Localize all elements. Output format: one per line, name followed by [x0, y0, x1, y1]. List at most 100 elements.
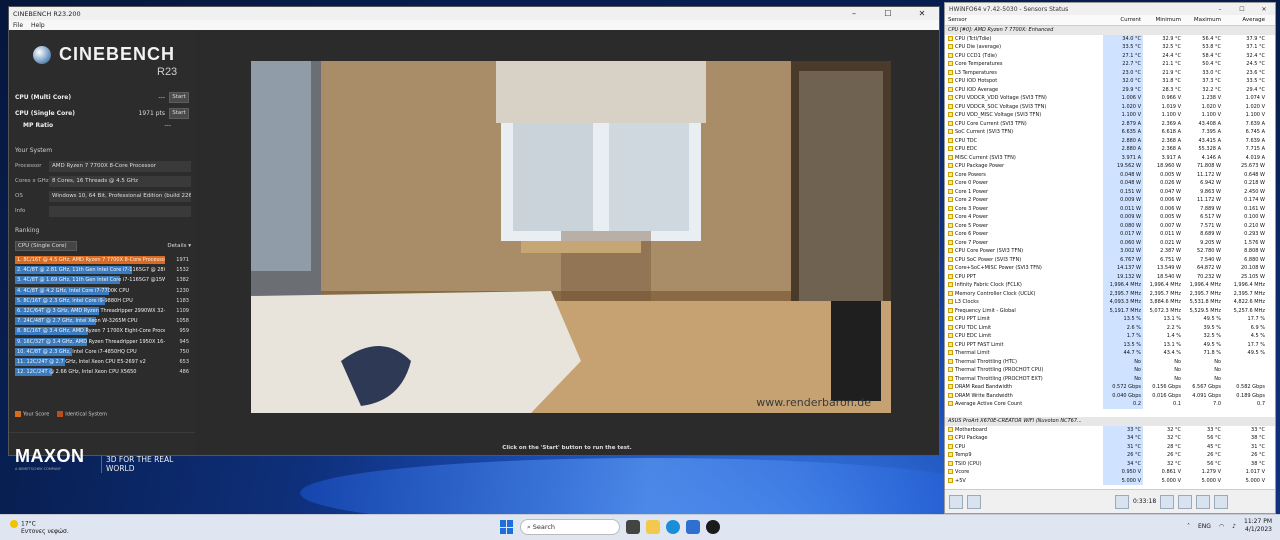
sensor-row[interactable]: L3 Clocks 4,093.3 MHz 3,884.6 MHz 5,531.8 M… [945, 298, 1275, 307]
column-minimum[interactable]: Minimum [1143, 17, 1183, 23]
ranking-item[interactable]: 9. 16C/32T @ 3.4 GHz, AMD Ryzen Threadri… [15, 337, 191, 347]
menu-help[interactable]: Help [31, 22, 45, 29]
sensor-row[interactable]: CPU PPT FAST Limit 13.5 % 13.1 % 49.5 % 17.7… [945, 340, 1275, 349]
sensor-row[interactable] [945, 409, 1275, 418]
sensor-row[interactable]: Core 7 Power 0.060 W 0.021 W 9.205 W 1.576 W [945, 238, 1275, 247]
column-maximum[interactable]: Maximum [1183, 17, 1223, 23]
ranking-select[interactable]: CPU (Single Core) [15, 241, 77, 251]
volume-icon[interactable]: ♪ [1232, 523, 1236, 530]
ranking-item[interactable]: 5. 8C/16T @ 2.3 GHz, Intel Core i9-9880H… [15, 296, 191, 306]
sensor-row[interactable]: Core 4 Power 0.009 W 0.005 W 6.517 W 0.100 W [945, 213, 1275, 222]
sensor-row[interactable]: CPU EDC 2.880 A 2.368 A 55.328 A 7.715 A [945, 145, 1275, 154]
sensor-row[interactable]: CPU CCD1 (Tdie) 27.1 °C 24.4 °C 58.4 °C 32.4… [945, 51, 1275, 60]
sensor-row[interactable]: Core 2 Power 0.009 W 0.006 W 11.172 W 0.174 … [945, 196, 1275, 205]
sensor-group[interactable]: CPU [#0]: AMD Ryzen 7 7700X: Enhanced [945, 26, 1275, 35]
sensor-row[interactable]: DRAM Read Bandwidth 0.572 Gbps 0.156 Gbps 6… [945, 383, 1275, 392]
sensor-row[interactable]: CPU 31 °C 28 °C 45 °C 31 °C [945, 442, 1275, 451]
sensor-row[interactable]: CPU Die (average) 33.5 °C 32.5 °C 53.8 °C 37… [945, 43, 1275, 52]
sensor-row[interactable]: Core+SoC+MISC Power (SVI3 TFN) 14.137 W 13… [945, 264, 1275, 273]
sensor-row[interactable]: Motherboard 33 °C 32 °C 33 °C 33 °C [945, 425, 1275, 434]
ranking-item[interactable]: 3. 4C/8T @ 1.69 GHz, 11th Gen Intel Core… [15, 275, 191, 285]
search-box[interactable]: ⌕ Search [520, 519, 620, 535]
nav-left-icon[interactable] [949, 494, 963, 509]
sensor-row[interactable]: Core 6 Power 0.017 W 0.011 W 8.689 W 0.293 W [945, 230, 1275, 239]
wifi-icon[interactable]: ◠ [1219, 523, 1224, 530]
sensor-row[interactable]: DRAM Write Bandwidth 0.040 Gbps 0.016 Gbps… [945, 391, 1275, 400]
sensor-row[interactable]: CPU TDC Limit 2.6 % 2.2 % 39.5 % 6.9 % [945, 323, 1275, 332]
sensor-row[interactable]: Temp9 26 °C 26 °C 26 °C 26 °C [945, 451, 1275, 460]
cinebench-titlebar[interactable]: CINEBENCH R23.200 – ☐ ✕ [9, 7, 939, 20]
file-explorer-icon[interactable] [646, 520, 660, 534]
sensor-row[interactable]: Core 0 Power 0.048 W 0.026 W 6.942 W 0.218 W [945, 179, 1275, 188]
start-button[interactable] [500, 520, 514, 534]
edge-icon[interactable] [666, 520, 680, 534]
clock-icon[interactable] [1160, 494, 1175, 509]
sensor-row[interactable]: CPU IOD Hotspot 32.0 °C 31.8 °C 37.3 °C 33.5… [945, 77, 1275, 86]
sensor-row[interactable]: CPU EDC Limit 1.7 % 1.4 % 32.5 % 4.5 % [945, 332, 1275, 341]
sensor-row[interactable]: Frequency Limit - Global 5,191.7 MHz 5,072… [945, 306, 1275, 315]
nav-right-icon[interactable] [967, 494, 981, 509]
close-icon[interactable]: ✕ [1253, 6, 1275, 13]
tray-lang[interactable]: ENG [1198, 523, 1211, 530]
sensor-row[interactable]: CPU VDDCR_SOC Voltage (SVI3 TFN) 1.020 V 1… [945, 102, 1275, 111]
start-multi-button[interactable]: Start [169, 91, 189, 103]
hwinfo-titlebar[interactable]: HWiNFO64 v7.42-5030 - Sensors Status – ☐ ✕ [945, 3, 1275, 15]
weather-widget[interactable]: 17°C Εντονες νεφώσ. [10, 520, 69, 535]
minimize-icon[interactable]: – [1209, 6, 1231, 13]
settings-icon[interactable] [1196, 494, 1211, 509]
menu-file[interactable]: File [13, 22, 23, 29]
clock[interactable]: 11:27 PM 4/1/2023 [1244, 518, 1272, 534]
sensor-row[interactable]: CPU PPT Limit 13.5 % 13.1 % 49.5 % 17.7 % [945, 315, 1275, 324]
add-icon[interactable] [1178, 494, 1193, 509]
sensor-row[interactable]: CPU SoC Power (SVI3 TFN) 6.767 W 6.751 W 7.… [945, 255, 1275, 264]
ranking-item[interactable]: 10. 4C/8T @ 2.3 GHz, Intel Core i7-4850H… [15, 347, 191, 357]
sensor-row[interactable]: CPU PPT 19.132 W 18.540 W 70.232 W 25.105 W [945, 272, 1275, 281]
ranking-item[interactable]: 7. 24C/48T @ 2.7 GHz, Intel Xeon W-3265M… [15, 316, 191, 326]
sensor-row[interactable]: Core 1 Power 0.151 W 0.047 W 9.863 W 2.450 W [945, 187, 1275, 196]
sensor-row[interactable]: CPU VDDCR_VDD Voltage (SVI3 TFN) 1.006 V 0… [945, 94, 1275, 103]
sensor-row[interactable]: Thermal Throttling (HTC) No No No [945, 357, 1275, 366]
sensor-row[interactable]: Memory Controller Clock (UCLK) 2,395.7 MH… [945, 289, 1275, 298]
sensor-row[interactable]: CPU VDD_MISC Voltage (SVI3 TFN) 1.100 V 1.… [945, 111, 1275, 120]
sensor-row[interactable]: CPU Package Power 19.562 W 18.960 W 71.808 … [945, 162, 1275, 171]
sensor-row[interactable]: Vcore 0.950 V 0.861 V 1.279 V 1.017 V [945, 468, 1275, 477]
cinebench-taskbar-icon[interactable] [706, 520, 720, 534]
sensor-row[interactable]: SoC Current (SVI3 TFN) 6.635 A 6.618 A 7.39… [945, 128, 1275, 137]
sensor-row[interactable]: Core Temperatures 22.7 °C 21.1 °C 50.4 °C 24… [945, 60, 1275, 69]
sensor-row[interactable]: Infinity Fabric Clock (FCLK) 1,996.4 MHz 1… [945, 281, 1275, 290]
ranking-item[interactable]: 12. 12C/24T @ 2.66 GHz, Intel Xeon CPU X… [15, 367, 191, 377]
maximize-icon[interactable]: ☐ [871, 9, 905, 18]
sensor-row[interactable]: CPU (Tctl/Tdie) 34.0 °C 32.9 °C 56.4 °C 37.9… [945, 34, 1275, 43]
sensor-row[interactable]: TSI0 (CPU) 34 °C 32 °C 56 °C 38 °C [945, 459, 1275, 468]
sensor-row[interactable]: Thermal Throttling (PROCHOT CPU) No No No [945, 366, 1275, 375]
network-icon[interactable] [1115, 494, 1129, 509]
ranking-item[interactable]: 2. 4C/8T @ 2.81 GHz, 11th Gen Intel Core… [15, 265, 191, 275]
store-icon[interactable] [686, 520, 700, 534]
close-icon[interactable]: ✕ [905, 9, 939, 18]
chevron-up-icon[interactable]: ˄ [1187, 523, 1190, 530]
column-sensor[interactable]: Sensor [945, 17, 1103, 23]
sensor-row[interactable]: L3 Temperatures 23.0 °C 21.9 °C 33.0 °C 23.6… [945, 68, 1275, 77]
sensor-row[interactable]: Thermal Throttling (PROCHOT EXT) No No No [945, 374, 1275, 383]
sensor-row[interactable]: CPU Core Power (SVI3 TFN) 3.002 W 2.387 W 5… [945, 247, 1275, 256]
ranking-item[interactable]: 6. 32C/64T @ 3 GHz, AMD Ryzen Threadripp… [15, 306, 191, 316]
ranking-item[interactable]: 1. 8C/16T @ 4.5 GHz, AMD Ryzen 7 7700X 8… [15, 255, 191, 265]
sensor-row[interactable]: Core 3 Power 0.011 W 0.006 W 7.889 W 0.161 W [945, 204, 1275, 213]
system-info-field[interactable] [49, 205, 191, 217]
minimize-icon[interactable]: – [837, 9, 871, 18]
sensor-row[interactable]: Thermal Limit 44.7 % 43.4 % 71.8 % 49.5 % [945, 349, 1275, 358]
ranking-item[interactable]: 4. 4C/8T @ 4.2 GHz, Intel Core i7-7700K … [15, 286, 191, 296]
sensor-row[interactable]: CPU TDC 2.880 A 2.368 A 43.415 A 7.639 A [945, 136, 1275, 145]
ranking-item[interactable]: 11. 12C/24T @ 2.7 GHz, Intel Xeon CPU E5… [15, 357, 191, 367]
sensor-row[interactable]: Core Powers 0.048 W 0.005 W 11.172 W 0.648 W [945, 170, 1275, 179]
ranking-item[interactable]: 8. 8C/16T @ 3.4 GHz, AMD Ryzen 7 1700X E… [15, 326, 191, 336]
column-average[interactable]: Average [1223, 17, 1267, 23]
maximize-icon[interactable]: ☐ [1231, 6, 1253, 13]
sensor-row[interactable]: CPU Core Current (SVI3 TFN) 2.879 A 2.369 … [945, 119, 1275, 128]
start-single-button[interactable]: Start [169, 107, 189, 119]
details-button[interactable]: Details ▾ [167, 243, 191, 249]
sensor-row[interactable]: Average Active Core Count 0.2 0.1 7.0 0.7 [945, 400, 1275, 409]
close-sensors-icon[interactable] [1214, 494, 1229, 509]
column-current[interactable]: Current [1103, 17, 1143, 23]
sensor-row[interactable]: CPU Package 34 °C 32 °C 56 °C 38 °C [945, 434, 1275, 443]
